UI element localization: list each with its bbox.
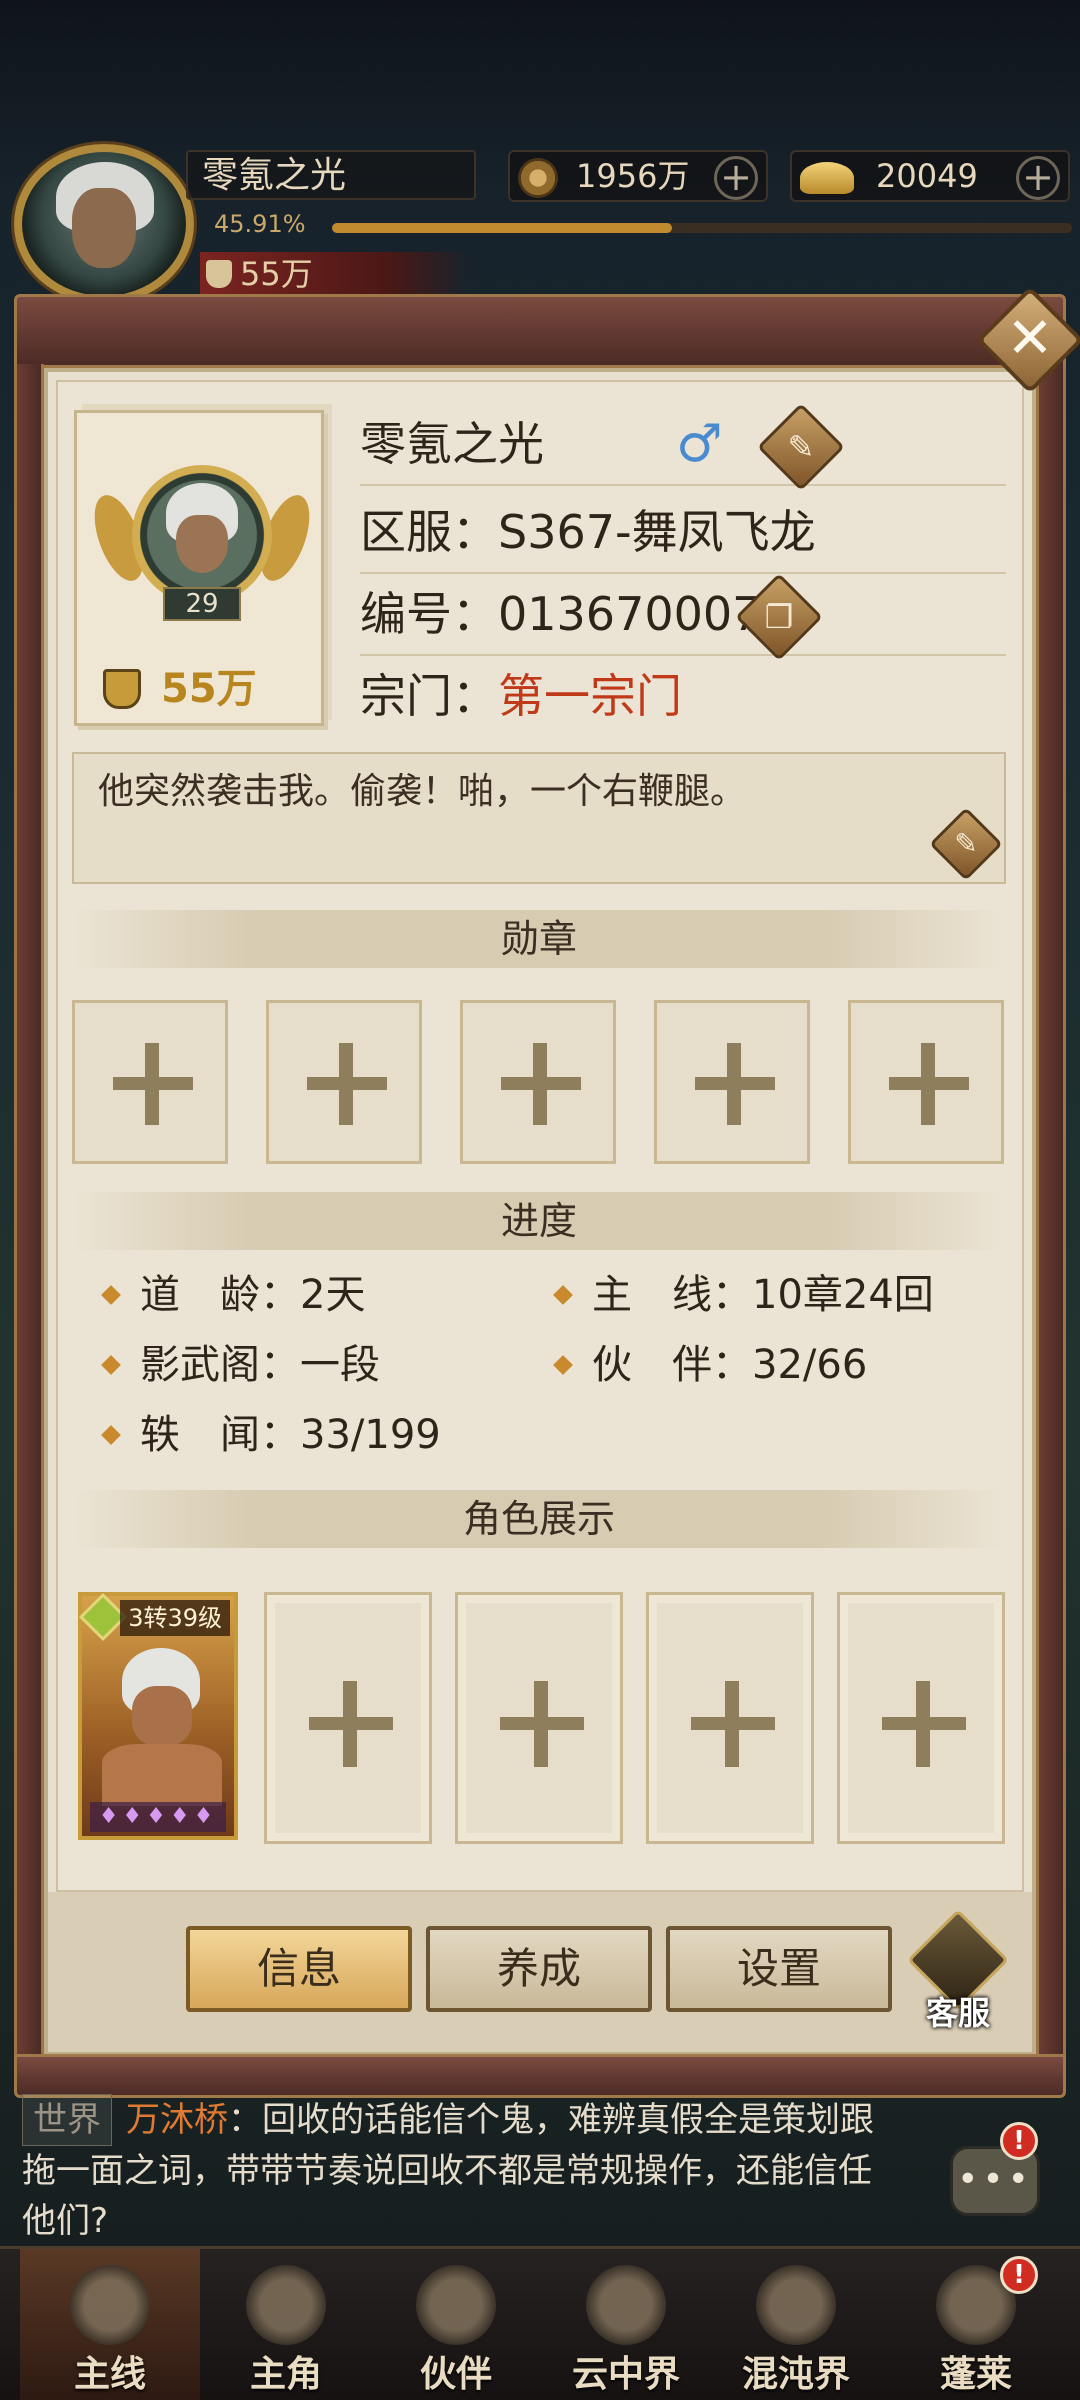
hud-player-name: 零氪之光 bbox=[186, 150, 476, 200]
nav-penglai[interactable]: 蓬莱 bbox=[886, 2249, 1066, 2400]
avatar-face bbox=[72, 188, 136, 268]
nav-hero[interactable]: 主角 bbox=[196, 2249, 376, 2400]
hud-power-value: 55万 bbox=[240, 255, 313, 293]
power-shield-icon bbox=[103, 669, 141, 709]
profile-power: 55万 bbox=[103, 667, 257, 711]
bullet-icon bbox=[553, 1355, 573, 1375]
dialog-frame-right bbox=[1036, 364, 1066, 2060]
add-gold-button[interactable]: + bbox=[1016, 156, 1060, 200]
showcase-section-title: 角色展示 bbox=[72, 1490, 1006, 1548]
chat-notification-badge: ! bbox=[1000, 2122, 1038, 2160]
top-hud: 零氪之光 45.91% 55万 1956万 + 20049 + bbox=[0, 130, 1080, 304]
medal-slot[interactable] bbox=[460, 1000, 616, 1164]
progress-main-line: 主 线：10章24回 bbox=[553, 1268, 934, 1322]
progress-shadow-pavilion: 影武阁：一段 bbox=[101, 1338, 380, 1392]
character-flame-stars: ♦♦♦♦♦ bbox=[90, 1802, 226, 1832]
showcase-slot[interactable] bbox=[264, 1592, 432, 1844]
copper-currency: 1956万 + bbox=[508, 150, 768, 202]
gold-ingot-icon bbox=[800, 162, 854, 194]
nav-partners[interactable]: 伙伴 bbox=[366, 2249, 546, 2400]
bullet-icon bbox=[553, 1285, 573, 1305]
hud-exp-fill bbox=[332, 223, 672, 233]
sect-value[interactable]: 第一宗门 bbox=[498, 669, 682, 723]
character-torso bbox=[102, 1744, 222, 1806]
tab-info[interactable]: 信息 bbox=[186, 1926, 412, 2012]
profile-name-row: 零氪之光 ♂ bbox=[360, 404, 1006, 486]
profile-id-row: 编号：013670007 bbox=[360, 574, 1006, 656]
chat-speaker[interactable]: 万沐桥 bbox=[126, 2100, 228, 2140]
bullet-icon bbox=[101, 1425, 121, 1445]
bullet-icon bbox=[101, 1355, 121, 1375]
showcase-slot[interactable] bbox=[455, 1592, 623, 1844]
nav-cloud-realm[interactable]: 云中界 bbox=[536, 2249, 716, 2400]
gold-value: 20049 bbox=[876, 157, 978, 195]
profile-avatar-card[interactable]: 29 55万 bbox=[74, 410, 324, 726]
bottom-nav: 主线 主角 伙伴 云中界 混沌界 蓬莱 bbox=[0, 2246, 1080, 2400]
hud-avatar[interactable] bbox=[14, 144, 194, 304]
dialog-frame-bottom bbox=[14, 2054, 1066, 2098]
tab-develop[interactable]: 养成 bbox=[426, 1926, 652, 2012]
hud-exp-percent: 45.91% bbox=[214, 210, 306, 238]
helmet-icon bbox=[416, 2265, 496, 2345]
progress-section-title: 进度 bbox=[72, 1192, 1006, 1250]
progress-partners: 伙 伴：32/66 bbox=[553, 1338, 867, 1392]
server-value: S367-舞凤飞龙 bbox=[498, 505, 816, 559]
hud-exp-bar bbox=[332, 223, 1072, 233]
profile-level: 29 bbox=[163, 587, 241, 621]
bullet-icon bbox=[101, 1285, 121, 1305]
medals-section-title: 勋章 bbox=[72, 910, 1006, 968]
sect-label: 宗门： bbox=[360, 669, 498, 723]
gold-currency: 20049 + bbox=[790, 150, 1070, 202]
nav-notification-badge: ! bbox=[1000, 2256, 1038, 2294]
character-rank-tag: 3转39级 bbox=[120, 1600, 230, 1636]
close-icon: ✕ bbox=[1006, 306, 1054, 371]
customer-service-button[interactable]: 客服 bbox=[907, 1909, 1009, 2032]
signature-text: 他突然袭击我。偷袭！啪，一个右鞭腿。 bbox=[98, 771, 747, 812]
profile-power-value: 55万 bbox=[161, 666, 257, 712]
character-face bbox=[132, 1686, 192, 1746]
dialog-frame-left bbox=[14, 364, 44, 2060]
hud-power: 55万 bbox=[200, 252, 470, 296]
medal-slot[interactable] bbox=[72, 1000, 228, 1164]
copper-coin-icon bbox=[518, 158, 558, 198]
dialog-frame-top bbox=[14, 294, 1066, 368]
profile-avatar bbox=[132, 465, 272, 605]
server-label: 区服： bbox=[360, 505, 498, 559]
brush-icon: ✎ bbox=[954, 827, 978, 860]
customer-service-label: 客服 bbox=[925, 1994, 990, 2032]
progress-dao-age: 道 龄：2天 bbox=[101, 1268, 365, 1322]
chaos-gate-icon bbox=[756, 2265, 836, 2345]
showcase-character-card[interactable]: 3转39级 ♦♦♦♦♦ bbox=[78, 1592, 238, 1840]
pagoda-icon bbox=[586, 2265, 666, 2345]
chat-bubble-icon: ••• bbox=[957, 2159, 1033, 2200]
nav-chaos-realm[interactable]: 混沌界 bbox=[706, 2249, 886, 2400]
medal-slot[interactable] bbox=[654, 1000, 810, 1164]
add-copper-button[interactable]: + bbox=[714, 156, 758, 200]
profile-server-row: 区服：S367-舞凤飞龙 bbox=[360, 492, 1006, 574]
crossed-swords-icon bbox=[70, 2265, 150, 2345]
id-value: 013670007 bbox=[498, 587, 762, 641]
brush-icon: ✎ bbox=[787, 428, 815, 466]
profile-avatar-face bbox=[176, 515, 228, 573]
medal-slot[interactable] bbox=[266, 1000, 422, 1164]
chat-channel-tag: 世界 bbox=[22, 2094, 112, 2146]
progress-rumors: 轶 闻：33/199 bbox=[101, 1408, 441, 1462]
medal-slot[interactable] bbox=[848, 1000, 1004, 1164]
male-gender-icon: ♂ bbox=[676, 414, 723, 474]
profile-name: 零氪之光 bbox=[360, 417, 544, 471]
showcase-slot[interactable] bbox=[837, 1592, 1005, 1844]
id-label: 编号： bbox=[360, 587, 498, 641]
hero-portrait-icon bbox=[246, 2265, 326, 2345]
profile-sect-row: 宗门：第一宗门 bbox=[360, 656, 1006, 738]
showcase-slot[interactable] bbox=[646, 1592, 814, 1844]
copper-value: 1956万 bbox=[576, 157, 690, 195]
nav-main-story[interactable]: 主线 bbox=[20, 2249, 200, 2400]
copy-icon: ❐ bbox=[764, 598, 794, 636]
power-shield-icon bbox=[206, 260, 232, 288]
tab-settings[interactable]: 设置 bbox=[666, 1926, 892, 2012]
signature-box: 他突然袭击我。偷袭！啪，一个右鞭腿。 bbox=[72, 752, 1006, 884]
world-chat-message[interactable]: 世界 万沐桥：回收的话能信个鬼，难辨真假全是策划跟拖一面之词，带带节奏说回收不都是… bbox=[22, 2094, 902, 2246]
